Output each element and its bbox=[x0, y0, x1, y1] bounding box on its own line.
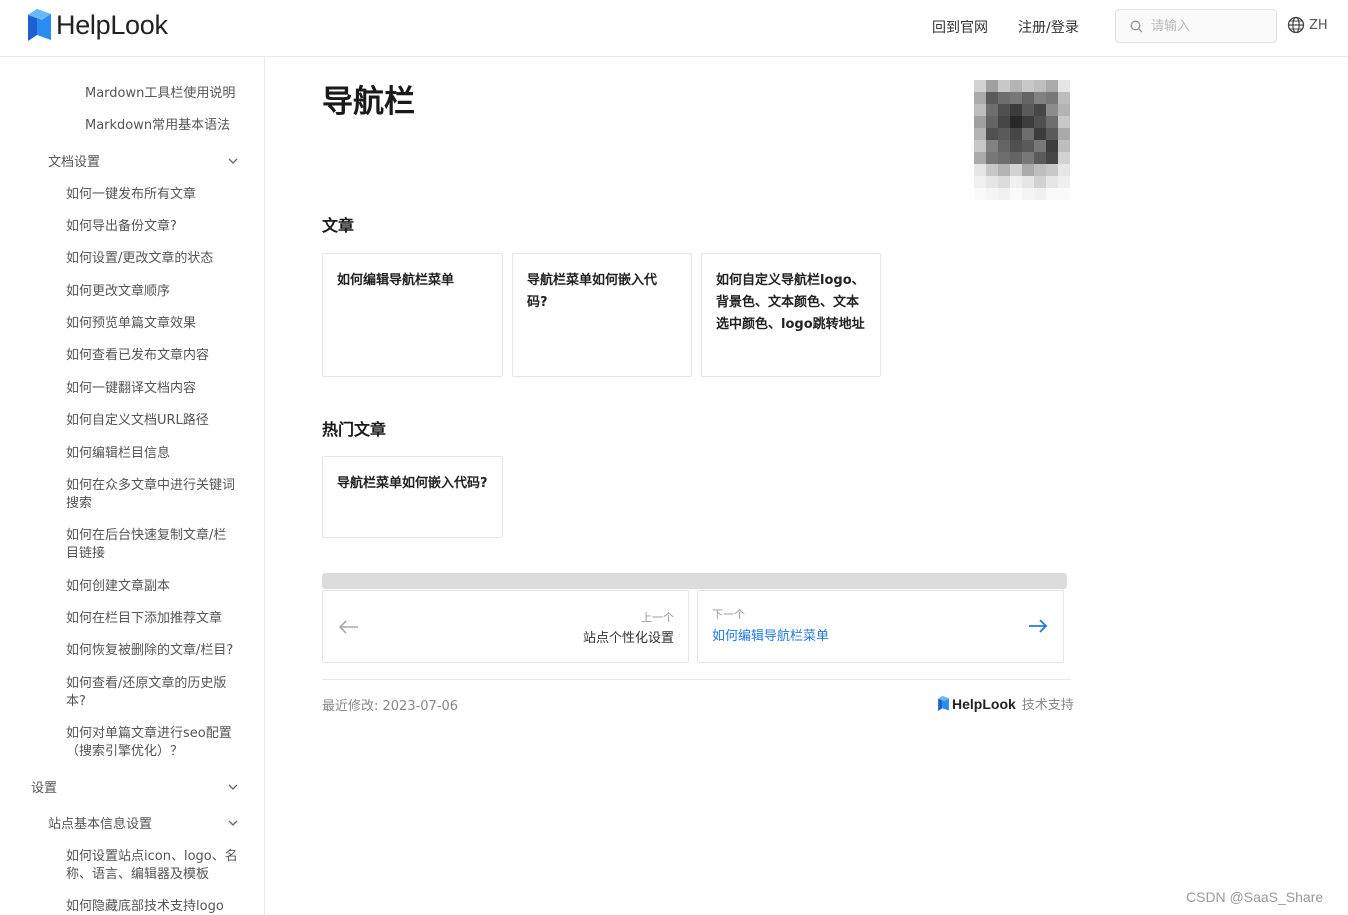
next-label: 下一个 bbox=[712, 608, 745, 621]
sidebar-item[interactable]: 如何更改文章顺序 bbox=[66, 283, 238, 301]
language-label: ZH bbox=[1309, 17, 1328, 33]
prev-article-link[interactable]: 上一个 站点个性化设置 bbox=[322, 590, 689, 663]
language-switcher[interactable]: ZH bbox=[1287, 16, 1328, 34]
sidebar-item[interactable]: 如何一键发布所有文章 bbox=[66, 186, 238, 204]
sidebar-item[interactable]: 如何在后台快速复制文章/栏目链接 bbox=[66, 527, 238, 563]
helplook-logo[interactable]: HelpLook bbox=[28, 9, 168, 41]
watermark: CSDN @SaaS_Share bbox=[1186, 889, 1324, 905]
next-title: 如何编辑导航栏菜单 bbox=[712, 629, 830, 644]
chevron-down-icon[interactable] bbox=[228, 818, 238, 828]
nav-register-login-link[interactable]: 注册/登录 bbox=[1018, 17, 1079, 37]
sidebar-item[interactable]: 如何在众多文章中进行关键词搜索 bbox=[66, 477, 238, 513]
sidebar-item[interactable]: 如何预览单篇文章效果 bbox=[66, 315, 238, 333]
sidebar-group-settings[interactable]: 设置 bbox=[31, 777, 57, 796]
horizontal-scrollbar[interactable] bbox=[322, 573, 1067, 589]
sidebar-item[interactable]: 如何隐藏底部技术支持logo bbox=[66, 898, 238, 915]
hot-articles-heading: 热门文章 bbox=[322, 420, 387, 439]
last-modified: 最近修改: 2023-07-06 bbox=[322, 699, 459, 714]
prev-title: 站点个性化设置 bbox=[582, 631, 674, 646]
search-icon bbox=[1130, 20, 1143, 32]
article-card[interactable]: 如何自定义导航栏logo、背景色、文本颜色、文本选中颜色、logo跳转地址 bbox=[701, 253, 881, 377]
hot-article-card[interactable]: 导航栏菜单如何嵌入代码? bbox=[322, 456, 503, 538]
helplook-logo-icon bbox=[938, 696, 949, 711]
sidebar: Mardown工具栏使用说明 Markdown常用基本语法 文档设置 如何一键发… bbox=[0, 57, 265, 915]
search-box[interactable] bbox=[1115, 9, 1277, 43]
tech-support[interactable]: HelpLook 技术支持 bbox=[938, 694, 1074, 713]
sidebar-item[interactable]: 如何查看已发布文章内容 bbox=[66, 347, 238, 365]
prev-label: 上一个 bbox=[641, 611, 674, 624]
sidebar-item[interactable]: 如何创建文章副本 bbox=[66, 578, 238, 596]
chevron-down-icon[interactable] bbox=[228, 782, 238, 792]
sidebar-item[interactable]: 如何一键翻译文档内容 bbox=[66, 380, 238, 398]
logo-text: HelpLook bbox=[56, 9, 168, 40]
sidebar-item[interactable]: 如何恢复被删除的文章/栏目? bbox=[66, 642, 238, 660]
sidebar-item[interactable]: 如何自定义文档URL路径 bbox=[66, 412, 238, 430]
sidebar-item[interactable]: Markdown常用基本语法 bbox=[85, 117, 230, 135]
arrow-left-icon bbox=[339, 620, 358, 634]
support-text: 技术支持 bbox=[1021, 698, 1074, 713]
sidebar-item[interactable]: Mardown工具栏使用说明 bbox=[85, 85, 235, 103]
search-input[interactable] bbox=[1151, 18, 1261, 34]
articles-heading: 文章 bbox=[322, 216, 355, 235]
sidebar-item[interactable]: 如何查看/还原文章的历史版本? bbox=[66, 675, 238, 711]
chevron-down-icon[interactable] bbox=[228, 156, 238, 166]
nav-official-site-link[interactable]: 回到官网 bbox=[932, 17, 988, 37]
support-brand: HelpLook bbox=[952, 695, 1016, 712]
sidebar-item[interactable]: 如何设置站点icon、logo、名称、语言、编辑器及模板 bbox=[66, 848, 238, 884]
sidebar-item[interactable]: 如何导出备份文章? bbox=[66, 218, 238, 236]
sidebar-item[interactable]: 如何对单篇文章进行seo配置（搜索引擎优化）？ bbox=[66, 725, 238, 761]
sidebar-group-site-basic[interactable]: 站点基本信息设置 bbox=[48, 813, 152, 832]
top-navbar: HelpLook 回到官网 注册/登录 ZH bbox=[0, 0, 1348, 57]
qr-code bbox=[974, 80, 1070, 200]
sidebar-group-doc-settings[interactable]: 文档设置 bbox=[48, 151, 100, 170]
sidebar-item[interactable]: 如何设置/更改文章的状态 bbox=[66, 250, 238, 268]
sidebar-item[interactable]: 如何在栏目下添加推荐文章 bbox=[66, 610, 238, 628]
article-card[interactable]: 如何编辑导航栏菜单 bbox=[322, 253, 503, 377]
next-article-link[interactable]: 下一个 如何编辑导航栏菜单 bbox=[697, 590, 1064, 663]
arrow-right-icon bbox=[1029, 619, 1048, 633]
sidebar-item[interactable]: 如何编辑栏目信息 bbox=[66, 445, 238, 463]
helplook-logo-icon bbox=[28, 9, 51, 41]
globe-icon bbox=[1287, 16, 1305, 34]
page-title: 导航栏 bbox=[322, 84, 415, 120]
article-card[interactable]: 导航栏菜单如何嵌入代码? bbox=[512, 253, 692, 377]
footer-divider bbox=[322, 679, 1071, 680]
